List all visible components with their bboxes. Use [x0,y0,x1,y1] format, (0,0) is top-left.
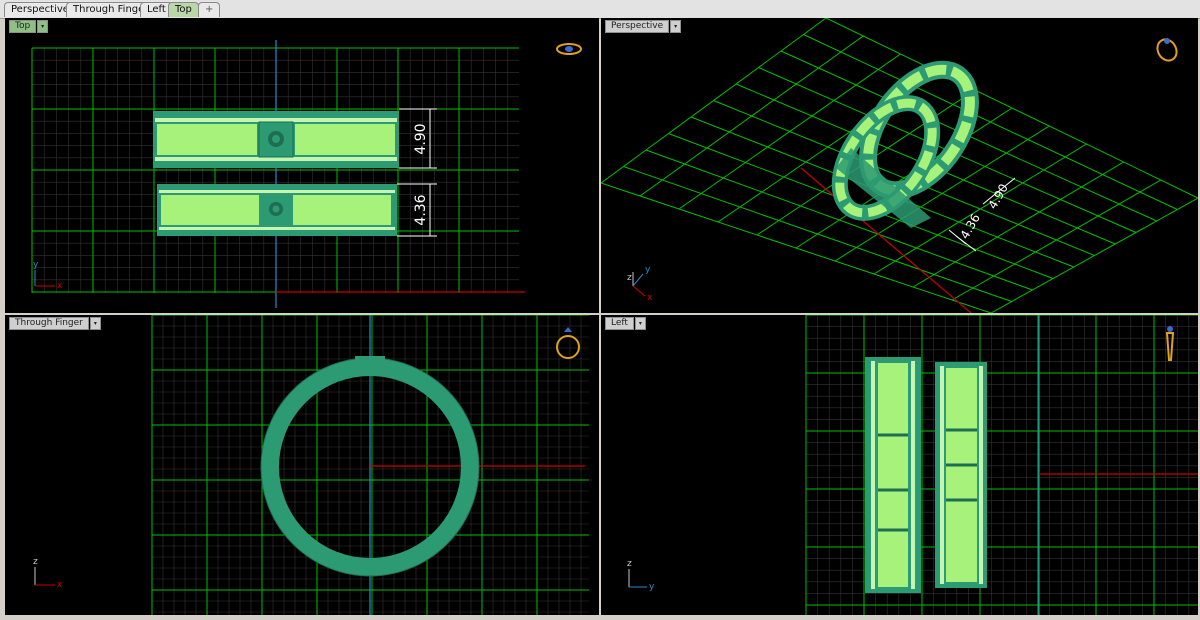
top-view-canvas: 4.90 4.36 y x [31,40,582,308]
through-finger-canvas: z x [33,315,589,615]
viewport-menu-dropdown[interactable]: ▾ [37,19,49,33]
viewport-title[interactable]: Perspective [605,19,670,33]
axis-label-y: y [33,260,39,270]
viewport-perspective[interactable]: Perspective ▾ 4.36 4.90 z x y [601,18,1198,313]
axis-label-z: z [627,273,632,283]
viewport-through-finger[interactable]: Through Finger ▾ z x [5,315,599,615]
ring-a-top[interactable] [153,111,399,168]
axis-label-x: x [647,293,653,303]
perspective-dim-b: 4.36 [957,211,982,241]
tab-top[interactable]: Top [168,2,199,17]
perspective-dim-a: 4.90 [985,181,1010,211]
world-axes-icon [632,272,646,297]
ring-view-icon[interactable] [556,43,582,55]
axis-label-y: y [649,582,655,592]
grid-line [795,107,1013,249]
axis-label-x: x [57,580,63,590]
viewport-menu-dropdown[interactable]: ▾ [634,316,646,330]
viewport-title[interactable]: Left [605,316,634,330]
viewport-left[interactable]: Left ▾ z y [601,315,1198,615]
axis-label-y: y [645,265,651,275]
axis-label-z: z [33,557,38,567]
viewport-label-perspective[interactable]: Perspective ▾ [605,19,682,33]
ring-b-left[interactable] [935,362,987,588]
viewport-label-left[interactable]: Left ▾ [605,316,646,330]
add-tab-button[interactable]: + [198,2,221,17]
viewport-menu-dropdown[interactable]: ▾ [670,19,682,33]
ring-view-icon[interactable] [1154,36,1181,64]
ring-a-left[interactable] [865,357,921,593]
world-axes-icon [628,569,647,588]
viewport-label-through-finger[interactable]: Through Finger ▾ [9,316,101,330]
perspective-view-canvas: 4.36 4.90 z x y [601,18,1198,313]
viewport-title[interactable]: Through Finger [9,316,89,330]
left-view-canvas: z y [627,315,1198,615]
ring-b-perspective[interactable] [821,87,951,230]
dimension-text-a: 4.90 [413,123,429,154]
viewport-tab-bar: Perspective Through Finger Left Top + [0,0,1200,19]
grid-line [990,197,1198,313]
viewport-title[interactable]: Top [9,19,37,33]
viewport-top[interactable]: Top ▾ 4.90 4.36 y x [5,18,599,313]
axis-label-z: z [627,559,632,569]
world-axes-icon [34,270,55,287]
axis-label-x: x [57,281,63,291]
ring-b-top[interactable] [157,184,397,236]
ring-view-icon[interactable] [556,327,580,359]
dimension-text-b: 4.36 [413,194,429,225]
ring-view-icon[interactable] [1165,326,1175,361]
world-axes-icon [34,567,55,586]
viewport-label-top[interactable]: Top ▾ [9,19,49,33]
viewport-menu-dropdown[interactable]: ▾ [89,316,101,330]
